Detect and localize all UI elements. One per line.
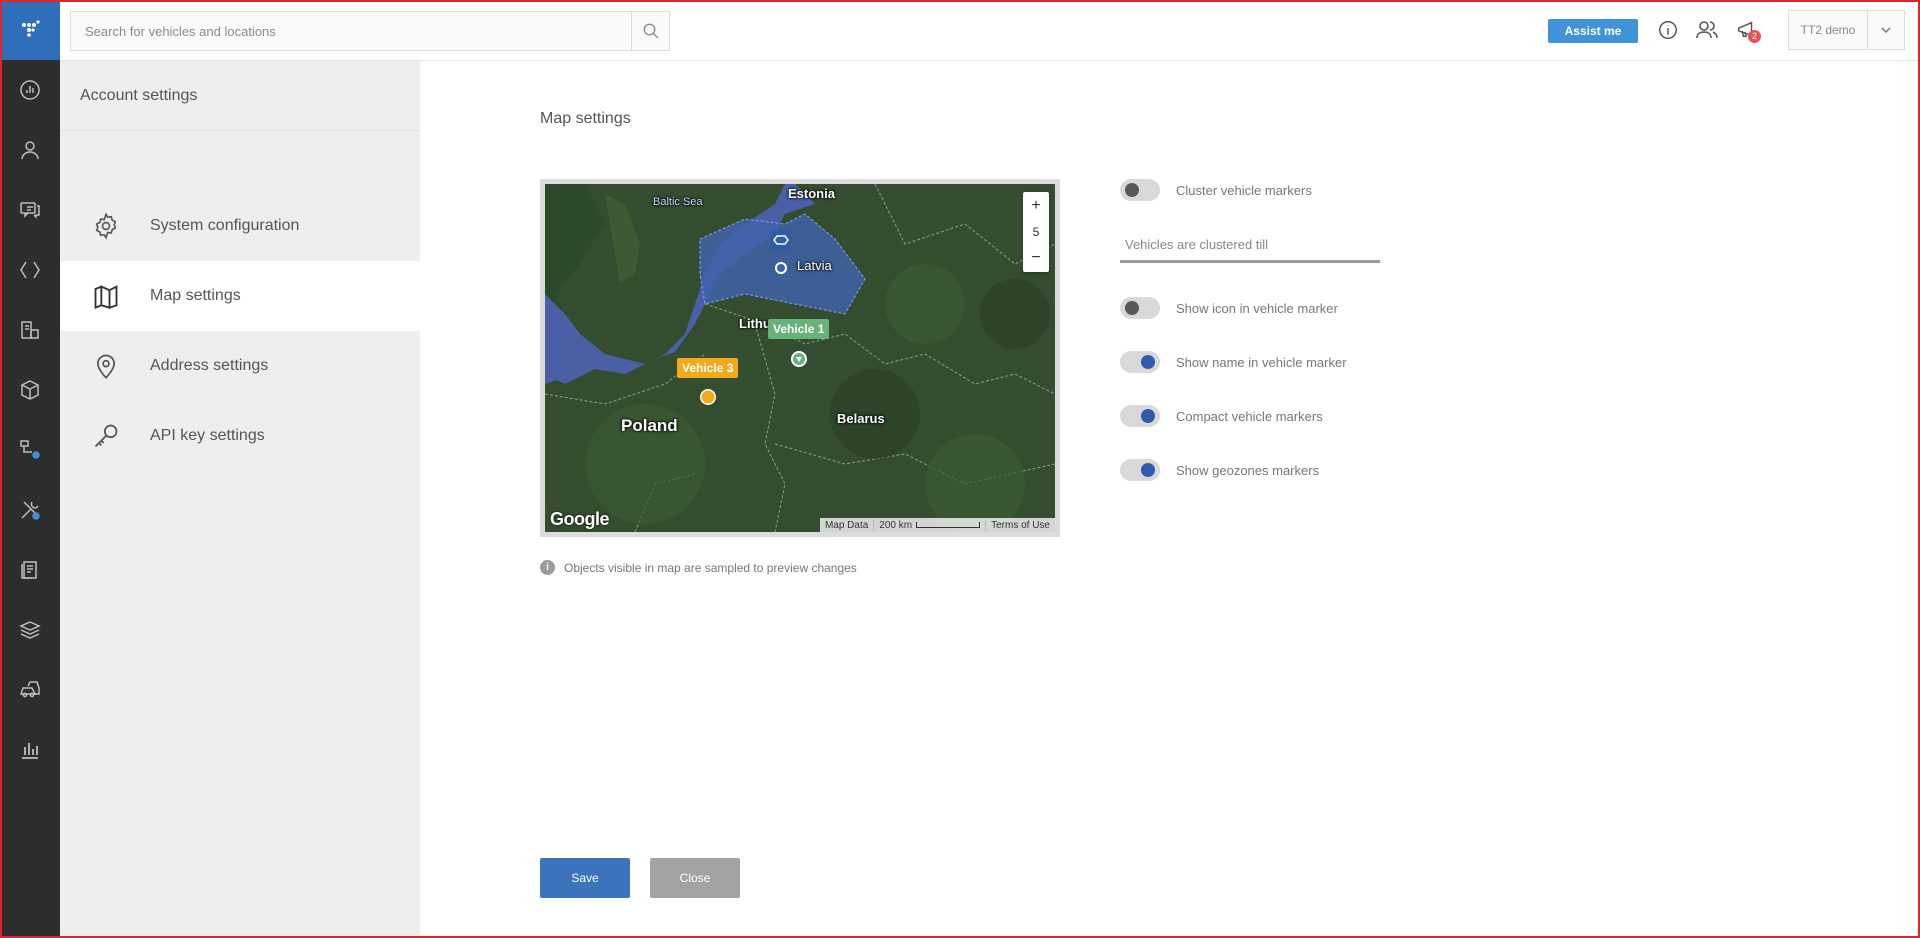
routes-icon[interactable] — [0, 240, 60, 300]
cluster-threshold-input[interactable] — [1120, 229, 1380, 259]
toggle-show-icon[interactable]: Show icon in vehicle marker — [1120, 297, 1338, 319]
sidebar-item-label: System configuration — [150, 217, 300, 234]
settings-menu: System configuration Map settings Addres… — [60, 191, 420, 471]
account-switcher[interactable]: TT2 demo — [1788, 10, 1905, 50]
key-icon — [90, 420, 122, 452]
toggle-label: Show name in vehicle marker — [1176, 354, 1347, 370]
toggle-label: Cluster vehicle markers — [1176, 182, 1312, 198]
vehicle-marker-label[interactable]: Vehicle 3 — [677, 358, 739, 378]
sidebar-item-label: API key settings — [150, 427, 265, 444]
preview-note: i Objects visible in map are sampled to … — [540, 560, 857, 575]
chat-icon[interactable] — [0, 180, 60, 240]
zoom-level: 5 — [1032, 225, 1040, 239]
map-attribution: Map Data 200 km Terms of Use — [819, 518, 1055, 532]
reports-icon[interactable] — [0, 540, 60, 600]
search-button[interactable] — [631, 12, 669, 50]
assist-me-button[interactable]: Assist me — [1548, 19, 1638, 43]
package-icon[interactable] — [0, 360, 60, 420]
documents-icon[interactable] — [0, 300, 60, 360]
save-button[interactable]: Save — [540, 858, 630, 898]
notifications-icon[interactable]: 2 — [1733, 17, 1761, 43]
toggle-switch[interactable] — [1120, 459, 1160, 481]
nav-rail — [0, 0, 60, 938]
map-label-estonia: Estonia — [788, 186, 835, 201]
layers-icon[interactable] — [0, 600, 60, 660]
page-title: Map settings — [540, 110, 631, 127]
sidebar-divider — [60, 130, 420, 131]
sidebar-item-label: Map settings — [150, 287, 241, 304]
preview-note-text: Objects visible in map are sampled to pr… — [564, 560, 857, 575]
toggle-show-geozones[interactable]: Show geozones markers — [1120, 459, 1319, 481]
zoom-control: + 5 − — [1023, 192, 1049, 272]
map-label-poland: Poland — [621, 416, 678, 435]
location-pin-icon — [90, 350, 122, 382]
map-label-latvia: Latvia — [797, 258, 832, 273]
sidebar-title: Account settings — [80, 87, 198, 104]
top-bar: Assist me 2 TT2 demo — [60, 0, 1920, 61]
main-content: Map settings Baltic Sea Estonia Latvia L… — [420, 61, 1920, 938]
toggle-switch[interactable] — [1120, 297, 1160, 319]
sidebar-item-address-settings[interactable]: Address settings — [60, 331, 420, 401]
map-scale: 200 km — [873, 519, 985, 531]
map-label-baltic-sea: Baltic Sea — [653, 196, 703, 208]
toggle-switch[interactable] — [1120, 405, 1160, 427]
info-icon: i — [540, 560, 555, 575]
toggle-label: Compact vehicle markers — [1176, 408, 1323, 424]
zoom-in-button[interactable]: + — [1023, 192, 1049, 220]
map-icon — [90, 280, 122, 312]
close-button[interactable]: Close — [650, 858, 740, 898]
sidebar-item-system-configuration[interactable]: System configuration — [60, 191, 420, 261]
dashboard-icon[interactable] — [0, 60, 60, 120]
zoom-out-button[interactable]: − — [1023, 244, 1049, 272]
map-terrain — [545, 184, 1055, 532]
logo-icon[interactable] — [0, 0, 60, 60]
toggle-switch[interactable] — [1120, 179, 1160, 201]
sidebar-item-label: Address settings — [150, 357, 269, 374]
users-icon[interactable] — [1694, 17, 1720, 43]
settings-sidebar: Account settings System configuration Ma… — [60, 61, 420, 938]
info-icon[interactable] — [1655, 17, 1681, 43]
sidebar-item-api-key-settings[interactable]: API key settings — [60, 401, 420, 471]
chart-icon[interactable] — [0, 720, 60, 780]
google-logo: Google — [550, 509, 610, 529]
toggle-show-name[interactable]: Show name in vehicle marker — [1120, 351, 1347, 373]
map-label-lithuania: Lithu — [739, 316, 771, 331]
search-icon — [643, 23, 658, 39]
account-name: TT2 demo — [1789, 11, 1868, 49]
map-preview[interactable]: Baltic Sea Estonia Latvia Lithu Poland B… — [540, 179, 1060, 537]
map-label-belarus: Belarus — [837, 411, 885, 426]
toggle-switch[interactable] — [1120, 351, 1160, 373]
search-input[interactable] — [71, 12, 631, 50]
settings-flow-icon[interactable] — [0, 420, 60, 480]
tools-icon[interactable] — [0, 480, 60, 540]
toggle-label: Show geozones markers — [1176, 462, 1320, 478]
notification-badge: 2 — [1748, 30, 1761, 43]
search-box — [70, 11, 670, 51]
vehicle-marker-label[interactable]: Vehicle 1 — [768, 319, 830, 339]
user-icon[interactable] — [0, 120, 60, 180]
toggle-compact-markers[interactable]: Compact vehicle markers — [1120, 405, 1323, 427]
toggle-cluster-vehicle-markers[interactable]: Cluster vehicle markers — [1120, 179, 1312, 201]
vehicles-icon[interactable] — [0, 660, 60, 720]
sidebar-item-map-settings[interactable]: Map settings — [60, 261, 420, 331]
cluster-threshold-field — [1120, 229, 1380, 263]
toggle-label: Show icon in vehicle marker — [1176, 300, 1338, 316]
map-data-link[interactable]: Map Data — [820, 520, 873, 531]
gear-icon — [90, 210, 122, 242]
chevron-down-icon[interactable] — [1868, 11, 1904, 49]
terms-of-use-link[interactable]: Terms of Use — [985, 519, 1055, 531]
